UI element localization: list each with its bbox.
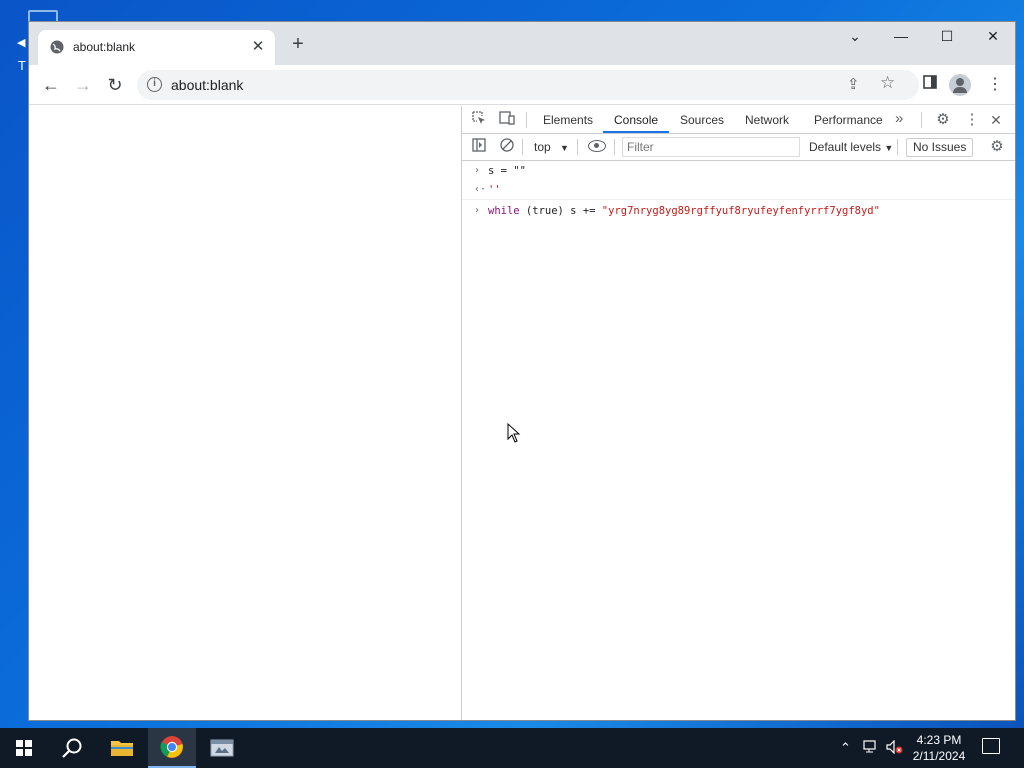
menu-kebab-icon[interactable]: ⋮: [983, 73, 1007, 97]
code-keyword: while: [488, 205, 520, 217]
desktop-icon-label: T: [18, 58, 26, 73]
close-devtools-icon[interactable]: ✕: [987, 111, 1005, 129]
device-toolbar-icon[interactable]: [498, 111, 516, 129]
log-levels-label: Default levels: [809, 140, 882, 154]
tab-sources[interactable]: Sources: [680, 113, 724, 127]
input-prompt-icon: ›: [474, 165, 481, 176]
desktop-shortcut-arrow-icon: ◀: [17, 37, 26, 49]
code-string: "yrg7nryg8yg89rgffyuf8ryufeyfenfyrrf7ygf…: [601, 205, 880, 217]
tab-elements[interactable]: Elements: [543, 113, 593, 127]
volume-muted-icon[interactable]: [886, 739, 904, 757]
inspect-element-icon[interactable]: [470, 111, 488, 129]
clock-date: 2/11/2024: [912, 749, 966, 763]
context-dropdown-icon: ▼: [560, 143, 569, 153]
divider: [614, 139, 615, 155]
console-output-text: '': [488, 184, 501, 196]
levels-dropdown-icon: ▼: [884, 143, 894, 153]
show-hidden-icons-chevron-icon[interactable]: ⌃: [840, 740, 851, 756]
start-button[interactable]: [0, 728, 48, 768]
context-selector[interactable]: top ▼: [534, 140, 569, 154]
browser-window: about:blank ✕ + ⌄ — ☐ ✕ ← → ↻ i about:bl…: [28, 21, 1016, 721]
search-icon: [62, 738, 82, 758]
live-expression-eye-icon[interactable]: [588, 140, 606, 152]
page-content: [29, 106, 462, 720]
settings-gear-icon[interactable]: ⚙: [934, 111, 952, 129]
tab-search-chevron-icon[interactable]: ⌄: [840, 28, 870, 45]
more-tabs-icon[interactable]: »: [895, 110, 903, 127]
chrome-taskbar-button[interactable]: [148, 728, 196, 768]
mouse-cursor-icon: [507, 423, 521, 443]
log-levels-dropdown[interactable]: Default levels ▼: [809, 140, 893, 154]
new-tab-button[interactable]: +: [287, 34, 309, 54]
console-toolbar: top ▼ Default levels ▼ No Issues ⚙: [462, 134, 1015, 161]
share-icon[interactable]: ⇪: [847, 75, 860, 93]
devtools-menu-icon[interactable]: ⋮: [963, 111, 981, 129]
globe-icon: [50, 40, 64, 54]
notifications-icon[interactable]: [982, 738, 1000, 754]
clock-time: 4:23 PM: [916, 733, 962, 747]
system-clock[interactable]: 4:23 PM 2/11/2024: [906, 732, 972, 764]
address-url[interactable]: about:blank: [171, 77, 243, 93]
browser-toolbar: ← → ↻ i about:blank ⇪ ☆ ⋮: [29, 65, 1015, 105]
console-settings-gear-icon[interactable]: ⚙: [988, 138, 1006, 156]
tab-performance[interactable]: Performance: [814, 113, 883, 127]
app-window-icon: [210, 739, 234, 757]
divider: [577, 139, 578, 155]
reload-icon[interactable]: ↻: [103, 73, 127, 97]
profile-avatar-icon[interactable]: [949, 74, 971, 96]
console-output[interactable]: › s = "" ‹· '' › while (true) s += "yrg7…: [462, 162, 1015, 221]
side-panel-icon[interactable]: [918, 73, 942, 97]
network-icon[interactable]: [863, 740, 879, 757]
back-arrow-icon[interactable]: ←: [39, 73, 63, 97]
site-info-icon[interactable]: i: [147, 77, 162, 92]
tab-console[interactable]: Console: [614, 113, 658, 127]
devtools-tabbar: Elements Console Sources Network Perform…: [462, 106, 1015, 134]
bookmark-star-icon[interactable]: ☆: [880, 73, 895, 93]
tab-network[interactable]: Network: [745, 113, 789, 127]
console-output-row: ‹· '': [462, 181, 1015, 200]
input-prompt-icon: ›: [474, 205, 481, 216]
app-taskbar-button[interactable]: [198, 728, 246, 768]
code-text: (true) s +=: [519, 205, 602, 217]
devtools-panel: Elements Console Sources Network Perform…: [462, 106, 1015, 720]
tab-about-blank[interactable]: about:blank ✕: [38, 30, 275, 65]
issues-button[interactable]: No Issues: [906, 138, 974, 157]
minimize-button[interactable]: —: [886, 28, 916, 44]
forward-arrow-icon[interactable]: →: [71, 73, 95, 97]
context-label: top: [534, 140, 551, 154]
close-window-button[interactable]: ✕: [978, 28, 1008, 45]
windows-logo-icon: [16, 740, 32, 756]
folder-icon: [111, 741, 133, 756]
maximize-button[interactable]: ☐: [932, 28, 962, 45]
chrome-icon: [160, 736, 183, 758]
divider: [526, 112, 527, 128]
console-input-text: s = "": [488, 165, 526, 177]
tab-close-icon[interactable]: ✕: [249, 37, 267, 55]
address-bar[interactable]: i about:blank ⇪ ☆: [137, 70, 919, 100]
console-editor-text[interactable]: while (true) s += "yrg7nryg8yg89rgffyuf8…: [488, 205, 880, 217]
search-button[interactable]: [48, 728, 96, 768]
console-prompt-row[interactable]: › while (true) s += "yrg7nryg8yg89rgffyu…: [462, 202, 1015, 221]
taskbar: ⌃ 4:23 PM 2/11/2024: [0, 728, 1024, 768]
clear-console-icon[interactable]: [498, 138, 516, 156]
file-explorer-button[interactable]: [98, 728, 146, 768]
divider: [522, 139, 523, 155]
output-prompt-icon: ‹·: [474, 184, 487, 195]
show-sidebar-icon[interactable]: [470, 138, 488, 156]
console-input-row: › s = "": [462, 162, 1015, 181]
console-filter-input[interactable]: [622, 137, 800, 157]
divider: [897, 139, 898, 155]
divider: [921, 112, 922, 128]
tab-title: about:blank: [73, 40, 136, 54]
tab-strip: about:blank ✕ + ⌄ — ☐ ✕: [29, 22, 1015, 65]
active-tab-indicator: [603, 131, 669, 133]
